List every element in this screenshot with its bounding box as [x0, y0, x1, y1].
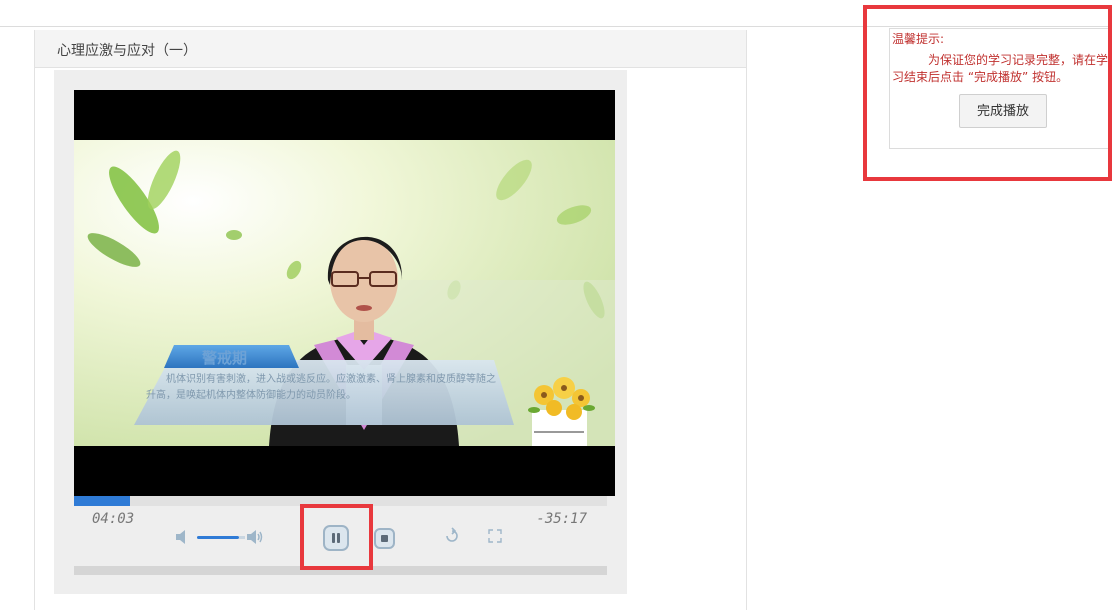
progress-fill [74, 496, 130, 506]
stage-label: 警戒期 [201, 349, 247, 367]
stop-button[interactable] [374, 528, 395, 549]
stop-icon [381, 535, 388, 542]
course-title: 心理应激与应对（一） [57, 43, 197, 59]
remaining-time: -35:17 [536, 511, 587, 527]
video-scene: 警戒期 机体识别有害刺激，进入战或逃反应。应激激素、肾上腺素和皮质醇等随之升高，… [74, 140, 615, 446]
volume-slider-rest [239, 536, 245, 539]
video-caption: 机体识别有害刺激，进入战或逃反应。应激激素、肾上腺素和皮质醇等随之升高，是唤起机… [146, 374, 496, 401]
tip-highlight-box [863, 5, 1112, 181]
volume-mute-icon[interactable] [175, 528, 189, 546]
elapsed-time: 04:03 [92, 511, 135, 527]
video-frame[interactable]: 警戒期 机体识别有害刺激，进入战或逃反应。应激激素、肾上腺素和皮质醇等随之升高，… [74, 90, 615, 496]
video-still: 警戒期 机体识别有害刺激，进入战或逃反应。应激激素、肾上腺素和皮质醇等随之升高，… [74, 140, 615, 446]
volume-max-icon[interactable] [246, 528, 264, 546]
replay-icon[interactable] [443, 527, 461, 545]
pause-highlight-box [300, 504, 373, 570]
course-header: 心理应激与应对（一） [35, 30, 746, 68]
fullscreen-icon[interactable] [486, 527, 504, 545]
volume-slider[interactable] [197, 536, 239, 539]
